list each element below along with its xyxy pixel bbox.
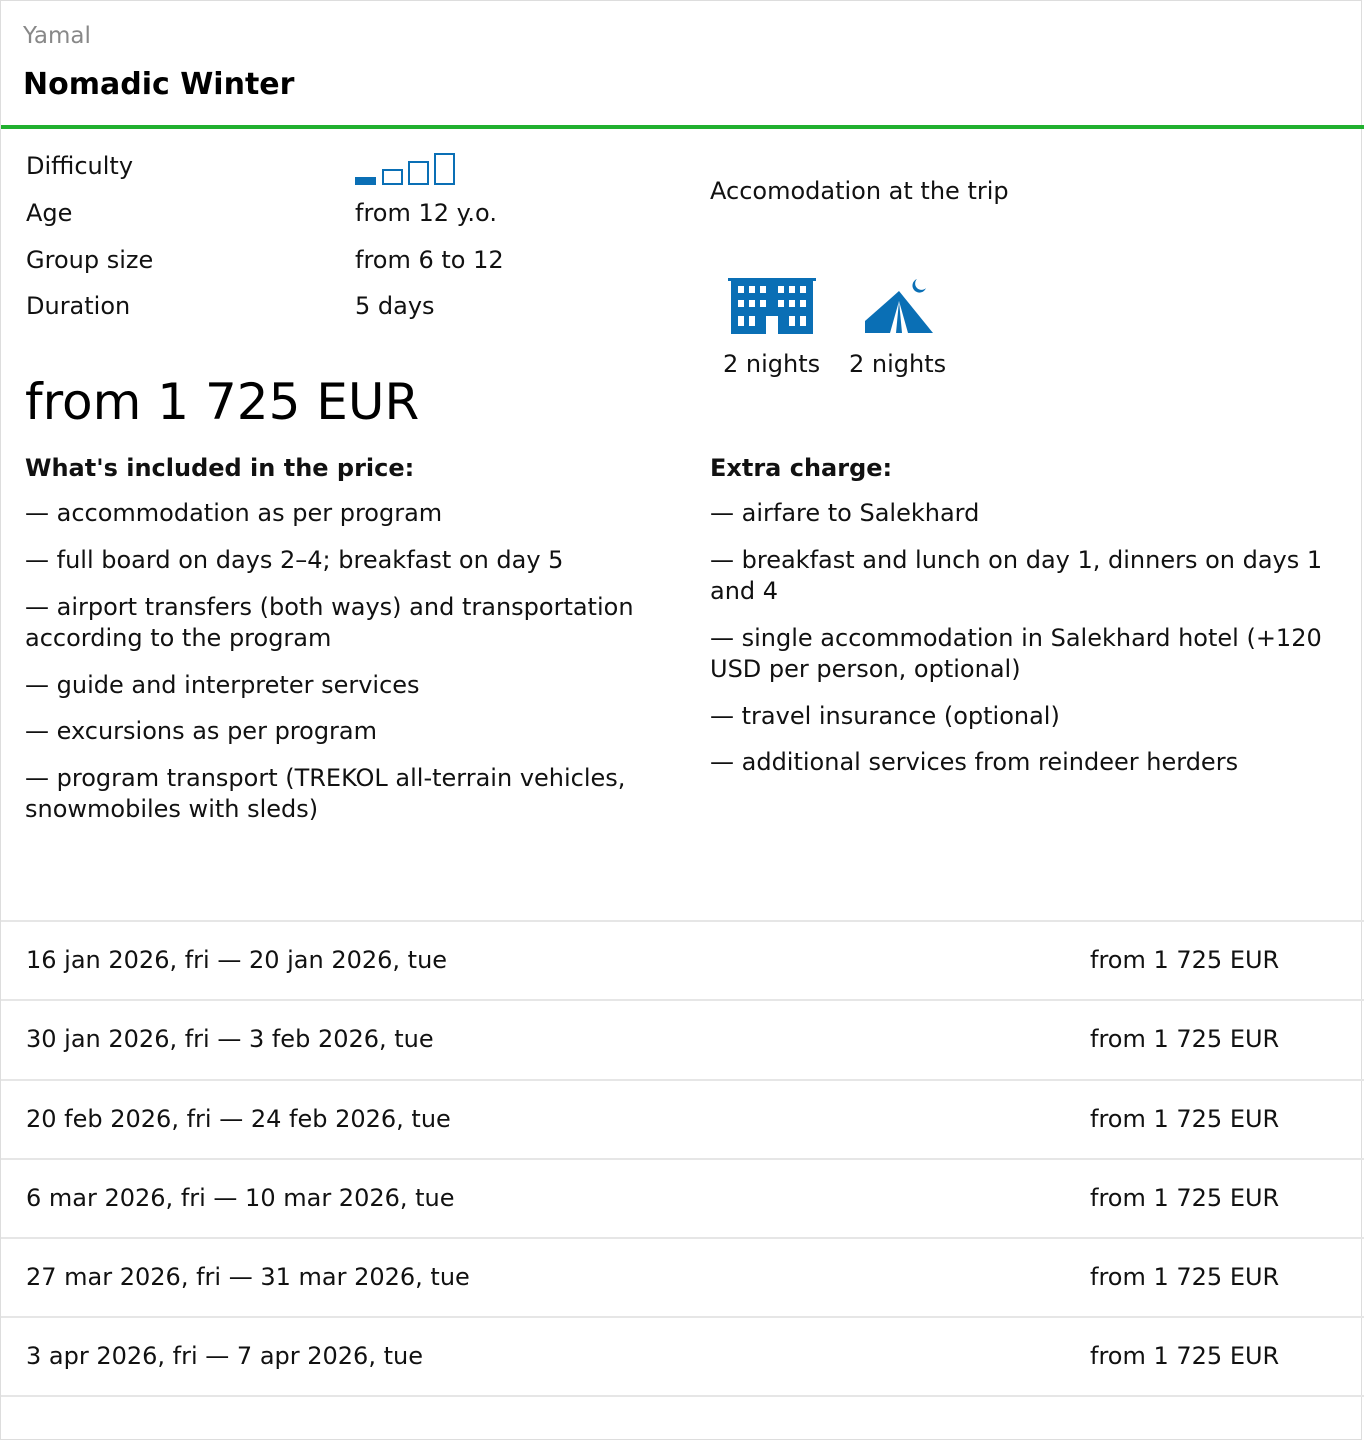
difficulty-bar-2 <box>382 169 403 185</box>
hotel-nights: 2 nights <box>723 350 821 378</box>
difficulty-bar-4 <box>434 153 455 185</box>
difficulty-bar-3 <box>408 161 429 185</box>
date-row[interactable]: 6 mar 2026, fri — 10 mar 2026, tue from … <box>1 1158 1364 1237</box>
date-row[interactable]: 20 feb 2026, fri — 24 feb 2026, tue from… <box>1 1079 1364 1158</box>
included-item: — airport transfers (both ways) and tran… <box>25 593 634 652</box>
extra-charge-item: — breakfast and lunch on day 1, dinners … <box>710 546 1323 605</box>
included-item: — accommodation as per program <box>25 499 443 527</box>
date-row[interactable]: 3 apr 2026, fri — 7 apr 2026, tue from 1… <box>1 1316 1364 1395</box>
tent-icon <box>863 277 935 339</box>
duration-value: 5 days <box>355 292 435 320</box>
date-range: 20 feb 2026, fri — 24 feb 2026, tue <box>26 1105 451 1133</box>
extra-charge-title: Extra charge: <box>710 454 893 482</box>
date-price: from 1 725 EUR <box>1090 946 1280 974</box>
included-item: — full board on days 2–4; breakfast on d… <box>25 546 564 574</box>
group-size-label: Group size <box>26 246 154 274</box>
date-range: 6 mar 2026, fri — 10 mar 2026, tue <box>26 1184 455 1212</box>
date-row[interactable]: 30 jan 2026, fri — 3 feb 2026, tue from … <box>1 999 1364 1078</box>
difficulty-label: Difficulty <box>26 152 134 180</box>
date-price: from 1 725 EUR <box>1090 1184 1280 1212</box>
tent-nights: 2 nights <box>849 350 947 378</box>
duration-label: Duration <box>26 292 131 320</box>
header-divider <box>1 125 1364 129</box>
tour-card: Yamal Nomadic Winter Difficulty Age from… <box>0 0 1364 1440</box>
extra-charge-item: — airfare to Salekhard <box>710 499 980 527</box>
date-price: from 1 725 EUR <box>1090 1263 1280 1291</box>
difficulty-meter <box>355 151 465 185</box>
hotel-icon <box>728 278 818 338</box>
included-item: — program transport (TREKOL all-terrain … <box>25 764 626 823</box>
tour-price: from 1 725 EUR <box>25 373 420 431</box>
date-range: 27 mar 2026, fri — 31 mar 2026, tue <box>26 1263 470 1291</box>
extra-charge-item: — travel insurance (optional) <box>710 702 1060 730</box>
group-size-value: from 6 to 12 <box>355 246 504 274</box>
date-price: from 1 725 EUR <box>1090 1105 1280 1133</box>
date-range: 3 apr 2026, fri — 7 apr 2026, tue <box>26 1342 423 1370</box>
date-range: 16 jan 2026, fri — 20 jan 2026, tue <box>26 946 448 974</box>
extra-charge-item: — single accommodation in Salekhard hote… <box>710 624 1322 683</box>
date-price: from 1 725 EUR <box>1090 1342 1280 1370</box>
included-item: — excursions as per program <box>25 717 378 745</box>
age-label: Age <box>26 199 73 227</box>
age-value: from 12 y.o. <box>355 199 497 227</box>
included-item: — guide and interpreter services <box>25 671 420 699</box>
date-row[interactable]: 16 jan 2026, fri — 20 jan 2026, tue from… <box>1 920 1364 999</box>
region-label: Yamal <box>23 23 91 49</box>
tour-header: Yamal Nomadic Winter <box>1 1 1363 129</box>
date-price: from 1 725 EUR <box>1090 1025 1280 1053</box>
extra-charge-item: — additional services from reindeer herd… <box>710 748 1239 776</box>
difficulty-bar-1 <box>355 177 376 185</box>
tour-title: Nomadic Winter <box>23 67 295 102</box>
included-title: What's included in the price: <box>25 454 415 482</box>
date-range: 30 jan 2026, fri — 3 feb 2026, tue <box>26 1025 434 1053</box>
date-row-divider <box>1 1395 1364 1425</box>
accommodation-title: Accomodation at the trip <box>710 177 1009 205</box>
date-row[interactable]: 27 mar 2026, fri — 31 mar 2026, tue from… <box>1 1237 1364 1316</box>
